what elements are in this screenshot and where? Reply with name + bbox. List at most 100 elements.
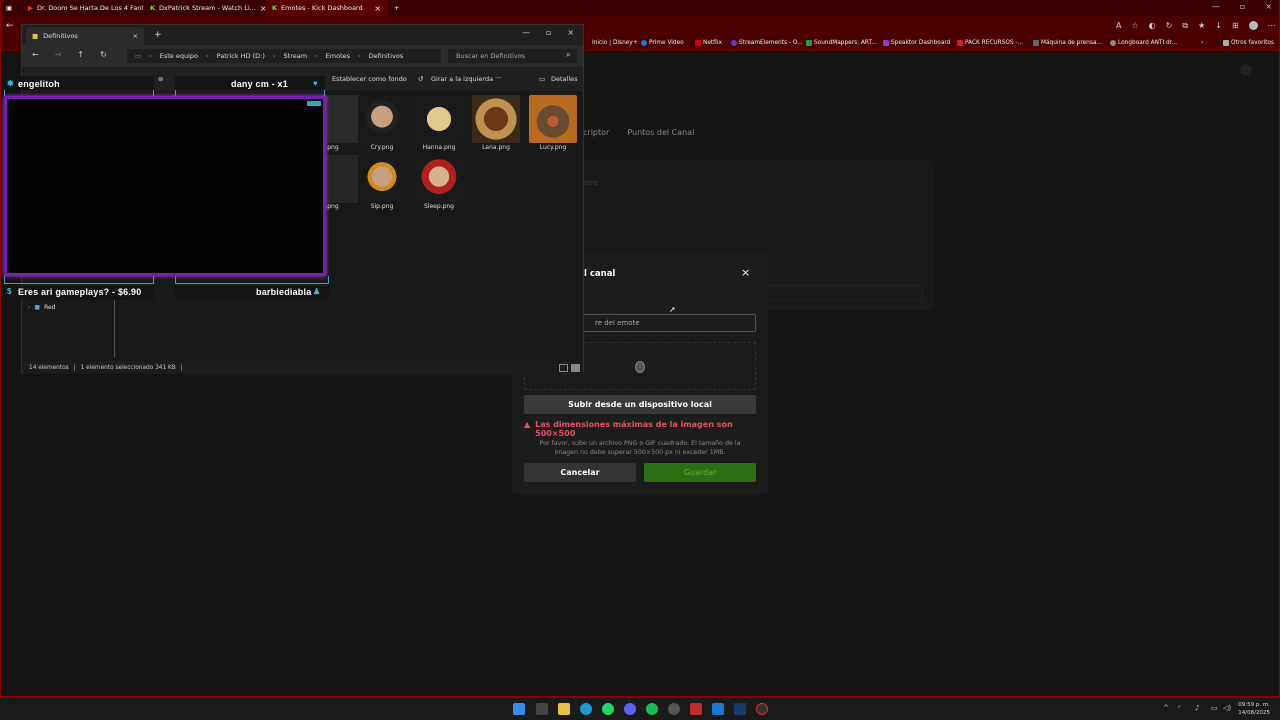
browser-tab-emotes[interactable]: K Emotes - Kick Dashboard × (266, 0, 388, 16)
refresh-icon[interactable]: ↻ (1166, 21, 1173, 31)
browser-tab-youtube[interactable]: ▶ Dr. Doom Se Harta De Los 4 Fant... × (22, 0, 144, 16)
file-explorer-icon[interactable] (558, 703, 570, 715)
favorite-star-icon[interactable]: ☆ (1131, 21, 1138, 31)
file-name-hanna[interactable]: Hanna.png (409, 144, 469, 151)
close-icon[interactable]: × (1265, 2, 1272, 11)
bookmark-pack-recursos[interactable]: PACK RECURSOS -... (957, 40, 1023, 46)
tab-subscriptor[interactable]: criptor (583, 128, 609, 137)
close-icon[interactable]: × (741, 266, 750, 279)
monitor-icon[interactable]: ▭ (1211, 704, 1218, 712)
favorites-icon[interactable]: ★ (1198, 21, 1205, 31)
close-tab-icon[interactable]: × (374, 4, 381, 13)
search-input[interactable]: Buscar en Definitivos (448, 49, 577, 63)
youtube-icon: ▶ (28, 4, 33, 12)
discord-icon[interactable] (624, 703, 636, 715)
explorer-tab-definitivos[interactable]: ■ Definitivos × (26, 27, 144, 45)
wifi-icon[interactable]: ◜ (1178, 704, 1181, 712)
system-clock[interactable]: 09:59 p. m. 14/08/2025 (1238, 701, 1270, 717)
breadcrumb-este-equipo[interactable]: Este equipo (160, 52, 198, 60)
tab-puntos-del-canal[interactable]: Puntos del Canal (627, 128, 694, 137)
set-background-button[interactable]: Establecer como fondo (332, 75, 407, 83)
sidebar-divider (114, 299, 115, 357)
file-name-sip[interactable]: Sip.png (352, 203, 412, 210)
bookmark-speaktor[interactable]: Speaktor Dashboard (883, 40, 950, 46)
file-name-cry[interactable]: Cry.png (352, 144, 412, 151)
breadcrumb-definitivos[interactable]: Definitivos (369, 52, 404, 60)
user-avatar[interactable] (1240, 64, 1252, 76)
chatgpt-icon[interactable] (668, 703, 680, 715)
new-tab-button[interactable]: + (154, 30, 162, 40)
close-icon[interactable]: × (567, 28, 574, 37)
bookmark-longboard[interactable]: Longboard ANTI dr... (1110, 40, 1177, 46)
rotate-left-button[interactable]: Girar a la izquierda (431, 75, 493, 83)
emote-thumbnail-sleep[interactable] (415, 155, 463, 203)
save-button[interactable]: Guardar (644, 463, 756, 482)
emote-thumbnail-hanna[interactable] (415, 95, 463, 143)
emote-thumbnail-sip[interactable] (358, 155, 406, 203)
windows-start-icon[interactable] (513, 703, 525, 715)
rotate-left-icon[interactable]: ↺ (418, 75, 423, 83)
up-arrow-icon[interactable]: ↑ (77, 50, 84, 59)
upload-local-button[interactable]: Subir desde un dispositivo local (524, 395, 756, 414)
breadcrumb-emotes[interactable]: Emotes (326, 52, 350, 60)
bookmark-prime[interactable]: Prime Video (641, 40, 684, 46)
volume-icon[interactable]: ◁) (1223, 704, 1231, 712)
tray-chevron-icon[interactable]: ^ (1163, 704, 1169, 712)
forward-arrow-icon[interactable]: → (55, 50, 62, 59)
pack-icon (957, 40, 963, 46)
spotify-icon[interactable] (646, 703, 658, 715)
file-name-lana[interactable]: Lana.png (466, 144, 526, 151)
bookmark-maquina[interactable]: Máquina de prensa... (1033, 40, 1102, 46)
details-view-icon[interactable] (559, 364, 568, 372)
read-aloud-icon[interactable]: A (1116, 21, 1121, 31)
microphone-icon[interactable]: ♪ (1195, 704, 1199, 712)
bookmark-otros-favoritos[interactable]: Otros favoritos (1223, 40, 1274, 46)
more-options-button[interactable]: ··· (495, 74, 501, 82)
browser-tab-stream[interactable]: K DxPatrick Stream - Watch Li... × (144, 0, 266, 16)
avatar[interactable] (1248, 21, 1258, 30)
view-icon[interactable]: ⊜ (158, 75, 163, 83)
emote-thumbnail-lucy[interactable] (529, 95, 577, 143)
cancel-button[interactable]: Cancelar (524, 463, 636, 482)
new-tab-button[interactable]: + (388, 0, 408, 16)
emote-thumbnail-cry[interactable] (358, 95, 406, 143)
maximize-icon[interactable]: ▫ (1240, 2, 1245, 11)
bookmark-disney[interactable]: Inicio | Disney+ (592, 40, 638, 46)
more-menu-icon[interactable]: ⋯ (1268, 21, 1276, 31)
file-name-sleep[interactable]: Sleep.png (409, 203, 469, 210)
task-view-icon[interactable] (536, 703, 548, 715)
emote-thumbnail-lana[interactable] (472, 95, 520, 143)
breadcrumb-stream[interactable]: Stream (284, 52, 308, 60)
breadcrumb-drive[interactable]: Patrick HD (D:) (217, 52, 265, 60)
bookmark-soundmappers[interactable]: SoundMappers: ART... (806, 40, 877, 46)
app-icon[interactable] (690, 703, 702, 715)
overlay-frame-bottom-right (175, 276, 329, 284)
thumbnail-view-icon[interactable] (571, 364, 580, 372)
capcut-icon[interactable] (712, 703, 724, 715)
collections-icon[interactable]: ⧉ (1182, 21, 1188, 31)
bookmark-netflix[interactable]: Netflix (695, 40, 722, 46)
close-tab-icon[interactable]: × (133, 32, 138, 40)
bookmarks-overflow-icon[interactable]: › (1201, 40, 1203, 46)
minimize-icon[interactable]: — (1212, 2, 1220, 11)
soundmappers-icon (806, 40, 812, 46)
minimize-icon[interactable]: — (522, 28, 530, 37)
obs-icon[interactable] (756, 703, 768, 715)
details-button[interactable]: Detalles (551, 75, 578, 83)
download-icon[interactable]: ↓ (1215, 21, 1222, 31)
back-arrow-icon[interactable]: ← (6, 21, 14, 31)
maximize-icon[interactable]: ▫ (546, 28, 551, 37)
search-icon: ⌕ (566, 50, 571, 59)
extension-icon[interactable]: ◐ (1149, 21, 1156, 31)
edge-icon[interactable] (580, 703, 592, 715)
steam-icon[interactable] (734, 703, 746, 715)
tab-actions-icon[interactable]: ▣ (0, 0, 22, 16)
file-name-lucy[interactable]: Lucy.png (523, 144, 583, 151)
refresh-icon[interactable]: ↻ (100, 50, 107, 59)
whatsapp-icon[interactable] (602, 703, 614, 715)
sidebar-item-red[interactable]: › ■ Red (28, 304, 55, 311)
workspaces-icon[interactable]: ⊞ (1232, 21, 1239, 31)
last-subscriber-name: barbiediabla (256, 287, 312, 297)
back-arrow-icon[interactable]: ← (32, 50, 39, 59)
bookmark-streamelements[interactable]: StreamElements - O... (731, 40, 803, 46)
